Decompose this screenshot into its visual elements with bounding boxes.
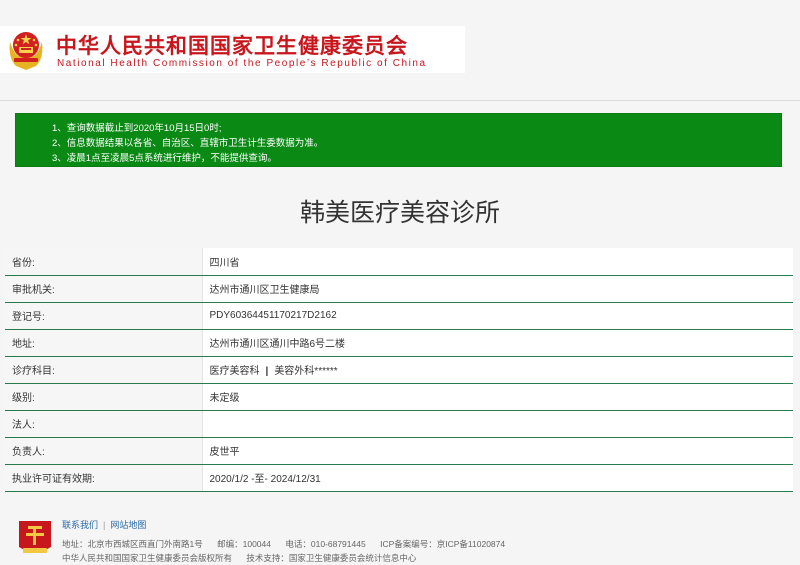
footer-phone: 电话：010-68791445 <box>285 539 366 549</box>
table-row: 省份: 四川省 <box>5 248 793 276</box>
notice-box: 1、查询数据截止到2020年10月15日0时; 2、信息数据结果以各省、自治区、… <box>15 113 782 167</box>
footer-link-contact[interactable]: 联系我们 <box>62 520 98 530</box>
footer-icp[interactable]: ICP备案编号：京ICP备11020874 <box>380 539 505 549</box>
site-header: 中华人民共和国国家卫生健康委员会 National Health Commiss… <box>0 0 800 101</box>
department-item: 医疗美容科 <box>209 366 260 377</box>
footer-postcode: 邮编：100044 <box>217 539 271 549</box>
table-row: 诊疗科目: 医疗美容科 | 美容外科****** <box>5 356 793 384</box>
row-value-legal-person <box>202 410 793 438</box>
party-emblem-icon[interactable] <box>16 517 54 557</box>
row-label-level: 级别: <box>5 383 203 411</box>
footer-links: 联系我们 | 网站地图 <box>62 518 146 531</box>
notice-line: 1、查询数据截止到2020年10月15日0时; <box>52 123 222 134</box>
notice-line: 2、信息数据结果以各省、自治区、直辖市卫生计生委数据为准。 <box>52 138 324 149</box>
row-label-manager: 负责人: <box>5 437 203 465</box>
site-title-cn: 中华人民共和国国家卫生健康委员会 <box>56 33 408 58</box>
row-label-registration: 登记号: <box>5 302 203 330</box>
table-row: 法人: <box>5 410 793 438</box>
row-value-registration: PDY60364451170217D2162 <box>202 302 793 330</box>
row-label-address: 地址: <box>5 329 203 357</box>
table-row: 登记号: PDY60364451170217D2162 <box>5 302 793 330</box>
footer-contact-line: 地址：北京市西城区西直门外南路1号 邮编：100044 电话：010-68791… <box>62 538 517 550</box>
footer-copyright-line: 中华人民共和国国家卫生健康委员会版权所有 技术支持：国家卫生健康委员会统计信息中… <box>62 552 428 564</box>
department-separator: | <box>265 366 269 377</box>
footer-tech-support: 技术支持：国家卫生健康委员会统计信息中心 <box>246 553 417 563</box>
department-item: 美容外科****** <box>274 366 338 377</box>
national-emblem-icon <box>9 32 43 70</box>
table-row: 地址: 达州市通川区通川中路6号二楼 <box>5 329 793 357</box>
table-row: 审批机关: 达州市通川区卫生健康局 <box>5 275 793 303</box>
row-value-authority: 达州市通川区卫生健康局 <box>202 275 793 303</box>
site-title-en: National Health Commission of the People… <box>57 58 427 69</box>
row-value-departments: 医疗美容科 | 美容外科****** <box>202 356 793 384</box>
site-logo[interactable]: 中华人民共和国国家卫生健康委员会 National Health Commiss… <box>0 26 465 73</box>
row-value-province: 四川省 <box>202 248 793 276</box>
table-row: 负责人: 皮世平 <box>5 437 793 465</box>
row-label-province: 省份: <box>5 248 203 276</box>
page-title: 韩美医疗美容诊所 <box>299 199 500 227</box>
table-row: 执业许可证有效期: 2020/1/2 -至- 2024/12/31 <box>5 464 793 492</box>
row-label-authority: 审批机关: <box>5 275 203 303</box>
table-row: 级别: 未定级 <box>5 383 793 411</box>
row-label-legal-person: 法人: <box>5 410 203 438</box>
notice-line: 3、凌晨1点至凌晨5点系统进行维护，不能提供查询。 <box>52 153 277 164</box>
row-label-license-validity: 执业许可证有效期: <box>5 464 203 492</box>
row-label-departments: 诊疗科目: <box>5 356 203 384</box>
footer-copyright: 中华人民共和国国家卫生健康委员会版权所有 <box>62 553 233 563</box>
row-value-manager: 皮世平 <box>202 437 793 465</box>
row-value-level: 未定级 <box>202 383 793 411</box>
row-value-license-validity: 2020/1/2 -至- 2024/12/31 <box>202 464 793 492</box>
footer-link-divider: | <box>103 520 106 530</box>
footer-link-sitemap[interactable]: 网站地图 <box>110 520 146 530</box>
row-value-address: 达州市通川区通川中路6号二楼 <box>202 329 793 357</box>
footer-address: 地址：北京市西城区西直门外南路1号 <box>62 539 203 549</box>
detail-table: 省份: 四川省 审批机关: 达州市通川区卫生健康局 登记号: PDY603644… <box>5 248 793 492</box>
